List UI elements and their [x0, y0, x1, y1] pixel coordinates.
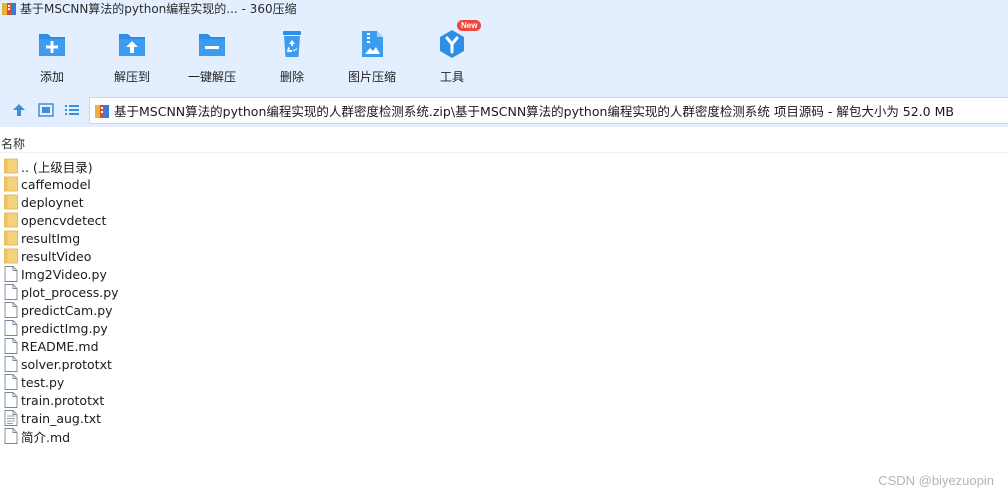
folder-icon: [4, 212, 18, 228]
add-icon: [39, 34, 65, 56]
new-badge: New: [457, 20, 482, 31]
file-row[interactable]: README.md: [0, 337, 1008, 355]
folder-row[interactable]: deploynet: [0, 193, 1008, 211]
delete-button[interactable]: 删除: [252, 28, 332, 88]
folder-row[interactable]: caffemodel: [0, 175, 1008, 193]
address-path: 基于MSCNN算法的python编程实现的人群密度检测系统.zip\基于MSCN…: [114, 104, 954, 119]
file-name: train_aug.txt: [21, 410, 102, 426]
file-row[interactable]: predictCam.py: [0, 301, 1008, 319]
file-icon: [4, 266, 18, 282]
one-click-extract-label: 一键解压: [187, 70, 236, 84]
file-list: .. (上级目录) caffemodel deploynet opencvdetect…: [0, 157, 1008, 445]
folder-icon: [4, 176, 18, 192]
file-row[interactable]: train_aug.txt: [0, 409, 1008, 427]
file-row[interactable]: plot_process.py: [0, 283, 1008, 301]
file-row[interactable]: Img2Video.py: [0, 265, 1008, 283]
file-icon: [4, 428, 18, 444]
file-name: solver.prototxt: [21, 356, 112, 372]
file-name: opencvdetect: [21, 212, 107, 228]
file-row[interactable]: predictImg.py: [0, 319, 1008, 337]
extract-to-button[interactable]: 解压到: [92, 28, 172, 88]
file-icon: [4, 374, 18, 390]
extract-to-label: 解压到: [113, 70, 150, 84]
address-row: 基于MSCNN算法的python编程实现的人群密度检测系统.zip\基于MSCN…: [0, 94, 1008, 127]
file-name: resultImg: [21, 230, 81, 246]
folder-icon: [4, 158, 18, 174]
image-compress-icon: [362, 31, 383, 57]
tools-button[interactable]: New 工具: [412, 20, 492, 88]
file-row[interactable]: train.prototxt: [0, 391, 1008, 409]
one-click-extract-icon: [199, 34, 225, 56]
file-name: resultVideo: [21, 248, 92, 264]
file-name: caffemodel: [21, 176, 91, 192]
file-row[interactable]: solver.prototxt: [0, 355, 1008, 373]
file-name: plot_process.py: [21, 284, 119, 300]
up-arrow-icon[interactable]: [11, 102, 27, 118]
add-button[interactable]: 添加: [12, 28, 92, 88]
add-label: 添加: [39, 70, 64, 84]
image-compress-label: 图片压缩: [347, 70, 396, 84]
window-title: 基于MSCNN算法的python编程实现的... - 360压缩: [20, 1, 297, 16]
file-name: .. (上级目录): [21, 159, 93, 175]
thumbnail-view-icon[interactable]: [38, 102, 54, 118]
column-header-name[interactable]: 名称: [1, 135, 25, 152]
file-name: deploynet: [21, 194, 84, 210]
folder-icon: [4, 248, 18, 264]
file-name: train.prototxt: [21, 392, 105, 408]
file-icon: [4, 284, 18, 300]
title-bar: 基于MSCNN算法的python编程实现的... - 360压缩: [0, 0, 1008, 16]
file-name: predictImg.py: [21, 320, 108, 336]
folder-row[interactable]: .. (上级目录): [0, 157, 1008, 175]
recycle-bin-icon: [283, 31, 301, 57]
watermark: CSDN @biyezuopin: [878, 473, 994, 488]
tools-label: 工具: [439, 70, 464, 84]
text-file-icon: [4, 410, 18, 426]
folder-icon: [4, 230, 18, 246]
one-click-extract-button[interactable]: 一键解压: [172, 28, 252, 88]
image-compress-button[interactable]: 图片压缩: [332, 28, 412, 88]
delete-label: 删除: [279, 70, 304, 84]
file-row[interactable]: test.py: [0, 373, 1008, 391]
file-icon: [4, 392, 18, 408]
folder-icon: [4, 194, 18, 210]
folder-row[interactable]: resultVideo: [0, 247, 1008, 265]
file-name: README.md: [21, 338, 99, 354]
file-icon: [4, 356, 18, 372]
extract-to-icon: [119, 34, 145, 56]
toolbar: 添加 解压到 一键解压 删除 图片压缩 New 工具: [0, 16, 1008, 94]
list-view-icon[interactable]: [64, 102, 80, 118]
file-name: 简介.md: [21, 429, 71, 445]
file-name: predictCam.py: [21, 302, 113, 318]
file-icon: [4, 320, 18, 336]
folder-row[interactable]: resultImg: [0, 229, 1008, 247]
tools-hexagon-icon: [440, 30, 464, 58]
address-bar[interactable]: 基于MSCNN算法的python编程实现的人群密度检测系统.zip\基于MSCN…: [89, 97, 1008, 124]
file-icon: [4, 338, 18, 354]
file-name: Img2Video.py: [21, 266, 107, 282]
file-row[interactable]: 简介.md: [0, 427, 1008, 445]
list-header: 名称: [0, 135, 1008, 153]
file-name: test.py: [21, 374, 65, 390]
archive-app-icon: [2, 2, 16, 15]
zip-archive-icon: [95, 104, 109, 118]
folder-row[interactable]: opencvdetect: [0, 211, 1008, 229]
file-icon: [4, 302, 18, 318]
